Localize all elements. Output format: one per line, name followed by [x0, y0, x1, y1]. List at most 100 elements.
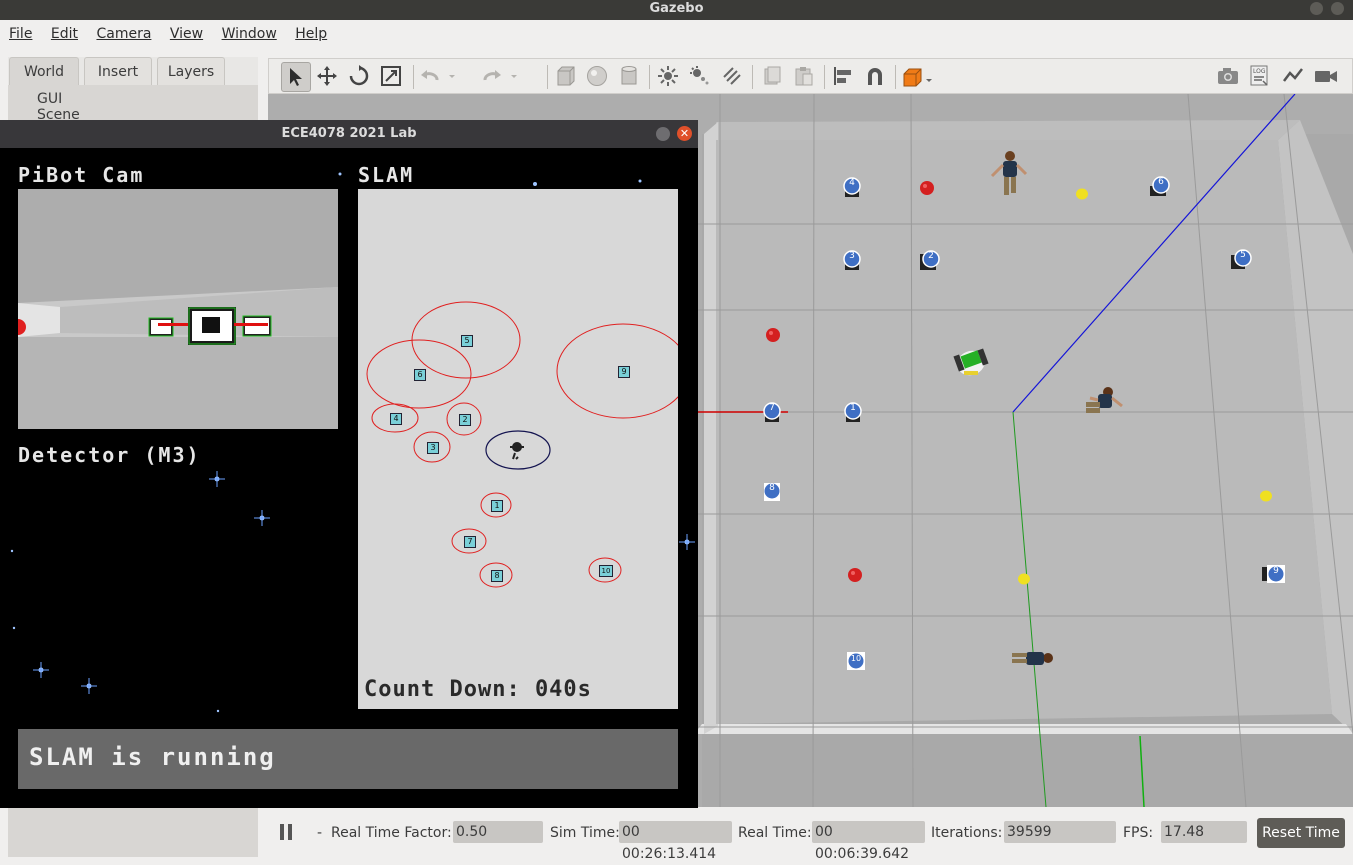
directional-light-button[interactable]	[719, 63, 745, 89]
select-icon	[290, 68, 302, 86]
window-titlebar: Gazebo	[0, 0, 1353, 20]
world-marker: 5	[1230, 249, 1252, 275]
status-bar: - Real Time Factor: 0.50 Sim Time: 00 00…	[268, 808, 1353, 862]
countdown-timer: Count Down: 040s	[364, 677, 592, 702]
select-tool-button[interactable]	[281, 62, 311, 92]
point-light-icon	[658, 66, 678, 86]
lab-close-icon[interactable]: ✕	[677, 126, 692, 141]
menu-window-label: Window	[221, 26, 277, 42]
detector-title: Detector (M3)	[18, 443, 201, 467]
camera-image	[18, 189, 338, 429]
yellow-fruit	[1260, 490, 1272, 502]
copy-icon	[764, 66, 781, 85]
pibot-robot	[953, 348, 989, 376]
slam-status-box: SLAM is running	[18, 729, 678, 789]
record-icon	[1315, 71, 1337, 82]
lab-minimize-icon[interactable]	[656, 127, 670, 141]
menu-camera-label: Camera	[96, 26, 152, 42]
iterations-label: Iterations:	[931, 825, 1003, 841]
scale-icon	[381, 66, 401, 86]
real-time-label: Real Time:	[738, 825, 812, 841]
slam-landmark: 8	[491, 570, 503, 582]
real-time-factor-value: 0.50	[453, 821, 543, 843]
point-light-button[interactable]	[655, 63, 681, 89]
lab-window-title: ECE4078 2021 Lab	[281, 126, 417, 141]
toolbar-separator	[413, 65, 414, 89]
cylinder-shape-button[interactable]	[616, 63, 642, 89]
redo-button[interactable]	[481, 63, 521, 89]
world-marker-label: 3	[849, 251, 855, 261]
record-video-button[interactable]	[1313, 63, 1339, 89]
toolbar-separator	[895, 65, 896, 89]
sim-time-value: 00 00:26:13.414	[619, 821, 732, 862]
reset-time-button[interactable]: Reset Time	[1257, 818, 1345, 848]
minimize-icon[interactable]	[1310, 2, 1323, 15]
tree-item-gui[interactable]: GUI	[37, 91, 62, 107]
slam-landmark: 6	[414, 369, 426, 381]
person-figure	[1086, 387, 1123, 413]
snap-icon	[868, 68, 882, 85]
world-marker: 4	[842, 177, 862, 203]
paste-icon	[795, 67, 813, 86]
lab-window: ECE4078 2021 Lab ✕ PiBot Cam SLAM Detect…	[0, 120, 698, 808]
tab-layers-label: Layers	[167, 64, 215, 80]
slam-title: SLAM	[358, 163, 415, 187]
align-button[interactable]	[830, 63, 856, 89]
world-marker: 9	[1261, 564, 1287, 588]
slam-landmark: 4	[390, 413, 402, 425]
box-shape-button[interactable]	[552, 63, 578, 89]
undo-button[interactable]	[419, 63, 459, 89]
menu-window[interactable]: Window	[217, 20, 282, 49]
plot-button[interactable]	[1281, 63, 1307, 89]
paste-button[interactable]	[791, 63, 817, 89]
world-marker: 2	[919, 250, 941, 276]
log-button[interactable]: LOG	[1247, 63, 1273, 89]
menu-file[interactable]: File	[4, 20, 37, 49]
tab-world[interactable]: World	[9, 57, 79, 86]
slam-landmark: 3	[427, 442, 439, 454]
slam-landmark: 5	[461, 335, 473, 347]
maximize-icon[interactable]	[1331, 2, 1344, 15]
red-fruit	[920, 181, 934, 195]
world-marker-label: 7	[769, 403, 775, 413]
spot-light-button[interactable]	[687, 63, 713, 89]
world-marker-label: 9	[1273, 566, 1279, 576]
slam-landmark: 1	[491, 500, 503, 512]
translate-tool-button[interactable]	[314, 63, 340, 89]
person-figure	[1012, 652, 1053, 665]
redo-icon	[483, 70, 517, 81]
sphere-icon	[587, 66, 607, 86]
tab-insert[interactable]: Insert	[84, 57, 152, 86]
toolbar-separator	[547, 65, 548, 89]
world-marker-label: 5	[1240, 250, 1246, 260]
view-angle-button[interactable]	[901, 63, 937, 89]
cylinder-icon	[621, 66, 637, 85]
menu-view[interactable]: View	[165, 20, 208, 49]
real-time-factor-label: Real Time Factor:	[331, 825, 452, 841]
toolbar-separator	[752, 65, 753, 89]
slam-status-text: SLAM is running	[29, 743, 276, 771]
copy-button[interactable]	[759, 63, 785, 89]
snap-button[interactable]	[862, 63, 888, 89]
rotate-tool-button[interactable]	[346, 63, 372, 89]
fps-value: 17.48	[1161, 821, 1247, 843]
window-title: Gazebo	[649, 1, 704, 16]
world-marker-label: 4	[849, 178, 855, 188]
pause-button[interactable]	[278, 822, 294, 846]
sphere-shape-button[interactable]	[584, 63, 610, 89]
scale-tool-button[interactable]	[378, 63, 404, 89]
fps-label: FPS:	[1123, 825, 1154, 841]
menu-view-label: View	[169, 26, 204, 42]
tab-insert-label: Insert	[97, 64, 139, 80]
world-marker-label: 2	[928, 251, 934, 261]
menu-help-label: Help	[295, 26, 328, 42]
slam-landmark: 2	[459, 414, 471, 426]
tab-layers[interactable]: Layers	[157, 57, 225, 86]
world-marker: 10	[846, 651, 866, 675]
menu-help[interactable]: Help	[290, 20, 332, 49]
slam-landmark: 9	[618, 366, 630, 378]
view-angle-icon	[903, 68, 932, 87]
menu-edit[interactable]: Edit	[46, 20, 83, 49]
menu-camera[interactable]: Camera	[91, 20, 156, 49]
screenshot-button[interactable]	[1215, 63, 1241, 89]
